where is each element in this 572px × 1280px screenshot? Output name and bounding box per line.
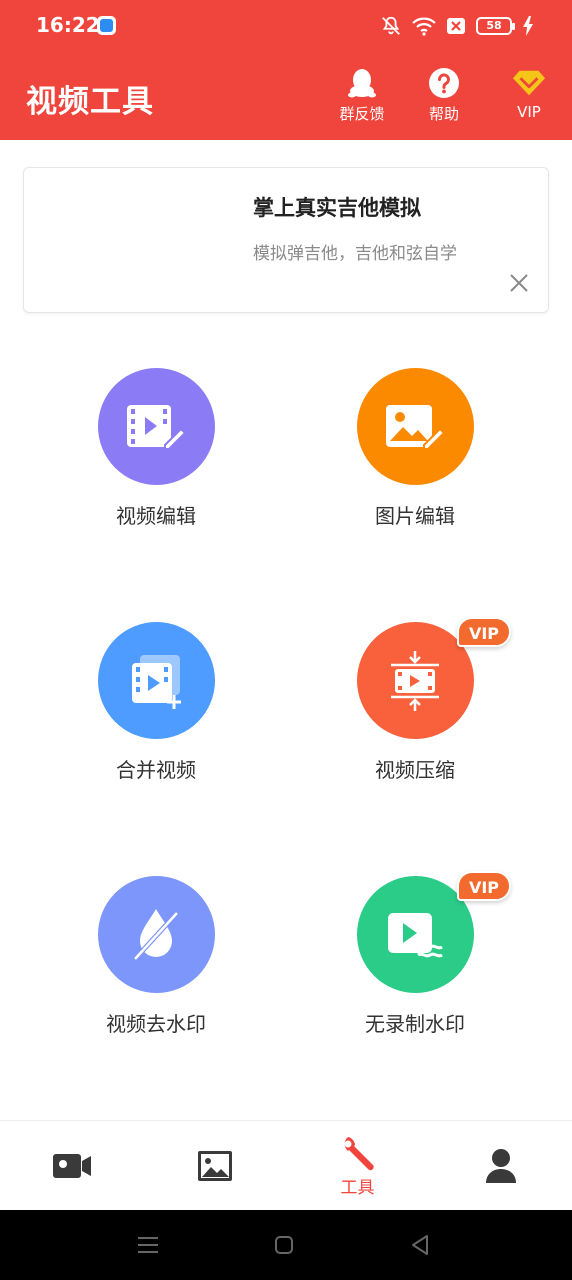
- merge-video-icon: [132, 654, 181, 709]
- picture-icon: [197, 1151, 232, 1181]
- help-button[interactable]: 帮助: [414, 66, 474, 126]
- app-root: 16:22 58 视频工具 群反馈 帮助 VIP 掌上真实吉他模拟 模拟弹吉他，…: [0, 0, 572, 1280]
- mute-icon: [382, 16, 400, 35]
- back-button[interactable]: [405, 1230, 435, 1260]
- tool-merge-video[interactable]: 合并视频: [66, 622, 246, 792]
- home-square-icon: [275, 1236, 293, 1254]
- tool-circle: [97, 368, 215, 485]
- vip-button[interactable]: VIP: [499, 66, 559, 126]
- tool-remove-watermark[interactable]: 视频去水印: [66, 876, 246, 1046]
- video-camera-icon: [52, 1154, 91, 1178]
- tool-label: 无录制水印: [365, 1012, 465, 1036]
- video-edit-icon: [127, 404, 187, 450]
- status-icons: 58: [380, 14, 534, 38]
- tool-circle: [356, 876, 474, 993]
- compress-video-icon: [391, 650, 439, 711]
- tool-label: 视频去水印: [106, 1012, 206, 1036]
- image-edit-icon: [386, 404, 446, 450]
- nav-tools-label: 工具: [340, 1177, 375, 1198]
- home-button[interactable]: [269, 1230, 299, 1260]
- vip-diamond-icon: [512, 70, 546, 96]
- ad-banner[interactable]: 掌上真实吉他模拟 模拟弹吉他，吉他和弦自学: [23, 167, 549, 313]
- tool-circle: [356, 368, 474, 485]
- battery-indicator: 58: [476, 17, 515, 35]
- banner-subtitle: 模拟弹吉他，吉他和弦自学: [253, 244, 457, 264]
- menu-icon: [138, 1237, 158, 1253]
- nav-picture[interactable]: [143, 1121, 286, 1211]
- wifi-icon: [412, 17, 436, 36]
- tool-label: 合并视频: [116, 758, 196, 782]
- bottom-nav: 工具: [0, 1120, 572, 1210]
- nav-video[interactable]: [0, 1121, 143, 1211]
- tool-video-edit[interactable]: 视频编辑: [66, 368, 246, 538]
- help-label: 帮助: [428, 105, 459, 123]
- system-nav-bar: [0, 1210, 572, 1280]
- tool-image-edit[interactable]: 图片编辑: [325, 368, 505, 538]
- nav-profile[interactable]: [429, 1121, 572, 1211]
- tool-circle: [97, 876, 215, 993]
- tool-circle: [356, 622, 474, 739]
- user-icon: [485, 1149, 516, 1183]
- charging-icon: [523, 16, 533, 36]
- tool-circle: [97, 622, 215, 739]
- header: 16:22 58 视频工具 群反馈 帮助 VIP: [0, 0, 572, 140]
- feedback-button[interactable]: 群反馈: [332, 66, 392, 126]
- qq-penguin-icon: [348, 69, 376, 98]
- app-notification-icon: [97, 16, 116, 35]
- status-bar: 16:22 58: [0, 0, 572, 52]
- banner-title: 掌上真实吉他模拟: [253, 196, 421, 220]
- wrench-icon: [344, 1136, 374, 1170]
- no-watermark-record-icon: [388, 912, 443, 957]
- remove-watermark-icon: [133, 908, 179, 961]
- question-icon: [429, 68, 459, 98]
- page-title: 视频工具: [26, 84, 154, 120]
- feedback-label: 群反馈: [339, 105, 385, 123]
- tool-label: 视频压缩: [375, 758, 455, 782]
- nav-tools[interactable]: 工具: [286, 1121, 429, 1211]
- no-sim-icon: [447, 18, 465, 34]
- tool-label: 视频编辑: [116, 504, 196, 528]
- vip-badge: VIP: [457, 871, 511, 901]
- close-icon[interactable]: [508, 272, 530, 294]
- vip-label: VIP: [517, 103, 541, 121]
- vip-badge: VIP: [457, 617, 511, 647]
- status-time: 16:22: [36, 13, 100, 37]
- menu-button[interactable]: [133, 1230, 163, 1260]
- tool-label: 图片编辑: [375, 504, 455, 528]
- back-triangle-icon: [412, 1235, 428, 1255]
